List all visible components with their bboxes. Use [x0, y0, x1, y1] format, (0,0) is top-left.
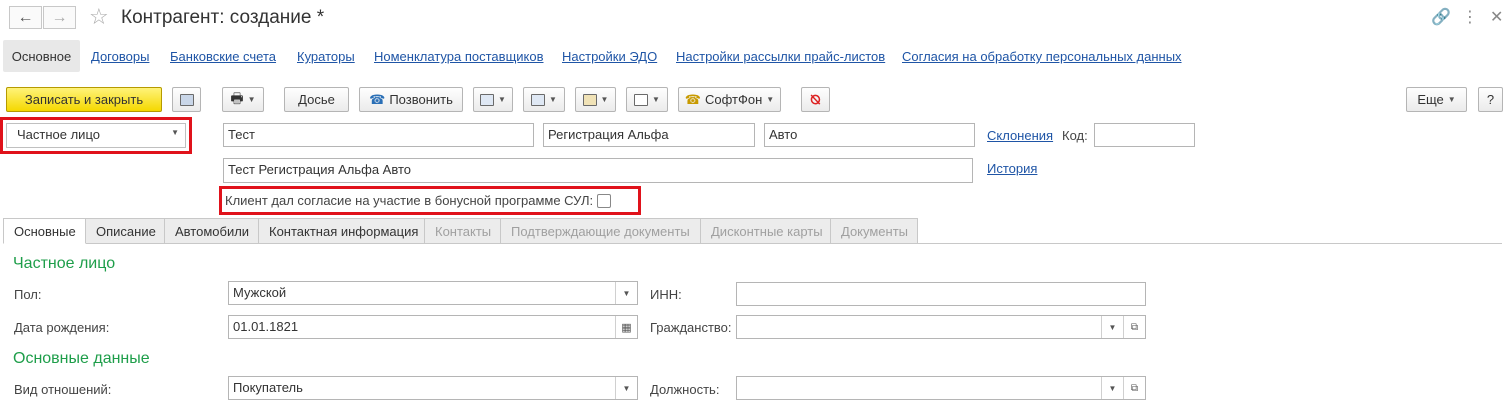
- chevron-down-icon: ▼: [600, 95, 609, 104]
- subtab-supporting-docs[interactable]: Подтверждающие документы: [501, 218, 701, 244]
- bonus-consent-label: Клиент дал согласие на участие в бонусно…: [225, 193, 594, 208]
- subtab-contact-info[interactable]: Контактная информация: [259, 218, 425, 244]
- link-icon[interactable]: 🔗: [1431, 7, 1451, 27]
- more-label: Еще: [1417, 92, 1444, 107]
- printer-icon: 🖶: [230, 89, 244, 106]
- reports-button[interactable]: ▼: [626, 87, 668, 112]
- middle-name-field[interactable]: Авто: [764, 123, 975, 147]
- first-name-field[interactable]: Регистрация Альфа: [543, 123, 755, 147]
- help-button[interactable]: ?: [1478, 87, 1503, 112]
- chevron-down-icon: ▼: [171, 128, 179, 137]
- softphone-button[interactable]: ☎ СофтФон ▼: [678, 87, 781, 112]
- code-label: Код:: [1062, 128, 1088, 143]
- document-arrow-icon: [480, 93, 495, 106]
- counterparty-type-value: Частное лицо: [17, 127, 100, 142]
- mark-deletion-button[interactable]: ⦰: [801, 87, 830, 112]
- floppy-disk-icon: [179, 93, 194, 106]
- subtab-contacts[interactable]: Контакты: [425, 218, 501, 244]
- relation-label: Вид отношений:: [14, 382, 112, 397]
- position-label: Должность:: [650, 382, 720, 397]
- chevron-down-icon[interactable]: ▼: [615, 282, 637, 304]
- create-based-on-button[interactable]: ▼: [473, 87, 513, 112]
- more-vertical-icon[interactable]: ⋮: [1462, 7, 1478, 27]
- save-and-close-button[interactable]: Записать и закрыть: [6, 87, 162, 112]
- tab-bank-accounts[interactable]: Банковские счета: [170, 49, 276, 64]
- chevron-down-icon: ▼: [766, 95, 775, 104]
- relation-select[interactable]: Покупатель ▼: [228, 376, 638, 400]
- forward-button[interactable]: →: [43, 6, 76, 29]
- softphone-label: СофтФон: [705, 92, 763, 107]
- document-clip-icon: [582, 93, 597, 106]
- tab-price-mailing-settings[interactable]: Настройки рассылки прайс-листов: [676, 49, 885, 64]
- tab-supplier-nomenclature[interactable]: Номенклатура поставщиков: [374, 49, 544, 64]
- close-icon[interactable]: ✕: [1490, 7, 1503, 27]
- call-label: Позвонить: [389, 92, 453, 107]
- dossier-button[interactable]: Досье: [284, 87, 349, 112]
- subtab-discount-cards[interactable]: Дисконтные карты: [701, 218, 831, 244]
- save-button[interactable]: [172, 87, 201, 112]
- position-select[interactable]: ▼ ⧉: [736, 376, 1146, 400]
- page-title: Контрагент: создание *: [121, 7, 325, 28]
- arrow-left-icon: ←: [17, 8, 34, 26]
- declensions-link[interactable]: Склонения: [987, 128, 1053, 143]
- chevron-down-icon[interactable]: ▼: [1101, 377, 1123, 399]
- relation-value: Покупатель: [233, 380, 303, 395]
- subtab-documents[interactable]: Документы: [831, 218, 918, 244]
- chevron-down-icon: ▼: [498, 95, 506, 104]
- softphone-icon: ☎: [684, 91, 701, 107]
- tab-edo-settings[interactable]: Настройки ЭДО: [562, 49, 657, 64]
- arrow-right-icon: →: [51, 8, 68, 26]
- inn-field[interactable]: [736, 282, 1146, 306]
- phone-icon: ☎: [369, 91, 386, 107]
- chevron-down-icon[interactable]: ▼: [1101, 316, 1123, 338]
- subtab-basic[interactable]: Основные: [3, 218, 86, 244]
- inn-label: ИНН:: [650, 287, 682, 302]
- tab-curators[interactable]: Кураторы: [297, 49, 355, 64]
- open-icon[interactable]: ⧉: [1123, 377, 1145, 399]
- birthdate-field[interactable]: 01.01.1821 ▦: [228, 315, 638, 339]
- full-name-field[interactable]: Тест Регистрация Альфа Авто: [223, 158, 973, 183]
- favorite-star-icon[interactable]: ☆: [89, 4, 109, 30]
- delete-mark-icon: ⦰: [810, 91, 821, 107]
- subtab-cars[interactable]: Автомобили: [165, 218, 259, 244]
- call-button[interactable]: ☎ Позвонить: [359, 87, 463, 112]
- code-field[interactable]: [1094, 123, 1195, 147]
- last-name-field[interactable]: Тест: [223, 123, 534, 147]
- chevron-down-icon: ▼: [1447, 95, 1456, 104]
- document-list-icon: [531, 93, 546, 106]
- related-documents-button[interactable]: ▼: [523, 87, 565, 112]
- tab-personal-data-consents[interactable]: Согласия на обработку персональных данны…: [902, 49, 1182, 64]
- more-button[interactable]: Еще ▼: [1406, 87, 1467, 112]
- counterparty-type-select[interactable]: Частное лицо ▼: [6, 123, 186, 148]
- citizenship-label: Гражданство:: [650, 320, 732, 335]
- citizenship-select[interactable]: ▼ ⧉: [736, 315, 1146, 339]
- gender-value: Мужской: [233, 285, 287, 300]
- history-link[interactable]: История: [987, 161, 1037, 176]
- open-icon[interactable]: ⧉: [1123, 316, 1145, 338]
- chevron-down-icon: ▼: [549, 95, 557, 104]
- subtab-description[interactable]: Описание: [86, 218, 165, 244]
- section-title-person: Частное лицо: [13, 255, 116, 272]
- tab-main[interactable]: Основное: [3, 40, 80, 72]
- calendar-icon[interactable]: ▦: [615, 316, 637, 338]
- detail-tabs: Основные Описание Автомобили Контактная …: [3, 218, 918, 244]
- back-button[interactable]: ←: [9, 6, 42, 29]
- section-title-main-data: Основные данные: [13, 350, 150, 367]
- chevron-down-icon: ▼: [652, 95, 660, 104]
- gender-select[interactable]: Мужской ▼: [228, 281, 638, 305]
- gender-label: Пол:: [14, 287, 42, 302]
- attachments-button[interactable]: ▼: [575, 87, 616, 112]
- chevron-down-icon[interactable]: ▼: [615, 377, 637, 399]
- birthdate-value: 01.01.1821: [233, 319, 299, 334]
- tab-contracts[interactable]: Договоры: [91, 49, 149, 64]
- birthdate-label: Дата рождения:: [14, 320, 110, 335]
- print-button[interactable]: 🖶 ▼: [222, 87, 264, 112]
- bonus-consent-checkbox[interactable]: [597, 194, 611, 208]
- chevron-down-icon: ▼: [247, 95, 256, 104]
- bar-chart-icon: [634, 93, 649, 106]
